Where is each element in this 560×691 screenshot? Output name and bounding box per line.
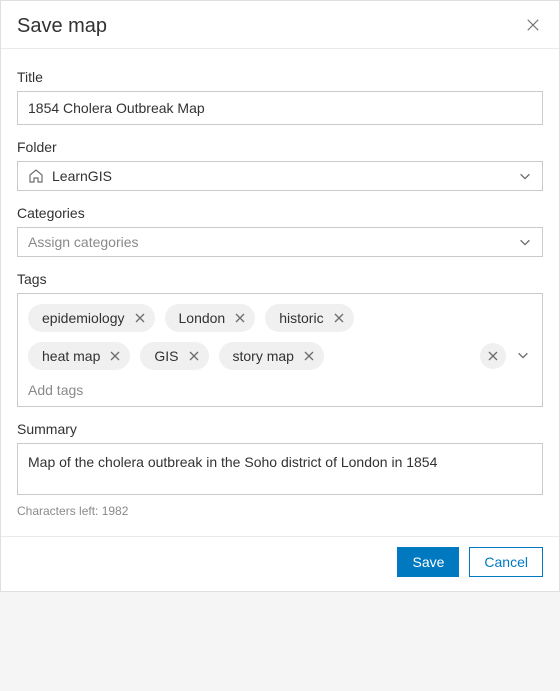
tag-label: London <box>179 310 226 326</box>
characters-left: Characters left: 1982 <box>17 504 543 518</box>
tag-label: epidemiology <box>42 310 125 326</box>
folder-label: Folder <box>17 139 543 155</box>
tag-chip[interactable]: heat map <box>28 342 130 370</box>
folder-select[interactable]: LearnGIS <box>17 161 543 191</box>
tag-remove-icon[interactable] <box>110 351 120 361</box>
folder-selected-text: LearnGIS <box>52 168 518 184</box>
dialog-title: Save map <box>17 15 107 38</box>
tag-label: historic <box>279 310 323 326</box>
home-folder-icon <box>28 168 44 184</box>
tags-row-1: epidemiology London historic <box>28 304 532 332</box>
tag-chip[interactable]: GIS <box>140 342 208 370</box>
tag-remove-icon[interactable] <box>235 313 245 323</box>
folder-field: Folder LearnGIS <box>17 139 543 191</box>
title-field: Title <box>17 69 543 125</box>
dialog-body: Title Folder LearnGIS Categories <box>1 48 559 536</box>
tag-label: heat map <box>42 348 100 364</box>
summary-label: Summary <box>17 421 543 437</box>
tag-remove-icon[interactable] <box>189 351 199 361</box>
tags-field: Tags epidemiology London historic <box>17 271 543 407</box>
tag-label: GIS <box>154 348 178 364</box>
tag-chip[interactable]: epidemiology <box>28 304 155 332</box>
chevron-down-icon <box>516 348 530 365</box>
tags-expand-button[interactable] <box>516 348 530 365</box>
tags-box[interactable]: epidemiology London historic <box>17 293 543 407</box>
close-icon <box>526 18 540 35</box>
tag-chip[interactable]: London <box>165 304 256 332</box>
tag-label: story map <box>233 348 294 364</box>
title-input[interactable] <box>17 91 543 125</box>
save-button[interactable]: Save <box>397 547 459 577</box>
tags-label: Tags <box>17 271 543 287</box>
cancel-button[interactable]: Cancel <box>469 547 543 577</box>
tag-chip[interactable]: historic <box>265 304 353 332</box>
dialog-footer: Save Cancel <box>1 536 559 591</box>
categories-field: Categories Assign categories <box>17 205 543 257</box>
dialog-header: Save map <box>1 1 559 48</box>
summary-field: Summary Characters left: 1982 <box>17 421 543 518</box>
tag-remove-icon[interactable] <box>304 351 314 361</box>
close-button[interactable] <box>523 17 543 37</box>
tags-controls <box>480 343 532 369</box>
categories-placeholder-text: Assign categories <box>28 234 518 250</box>
title-label: Title <box>17 69 543 85</box>
tags-row-2: heat map GIS story map <box>28 342 532 370</box>
save-map-dialog: Save map Title Folder LearnGIS <box>0 0 560 592</box>
chevron-down-icon <box>518 169 532 183</box>
summary-textarea[interactable] <box>17 443 543 495</box>
categories-select[interactable]: Assign categories <box>17 227 543 257</box>
chevron-down-icon <box>518 235 532 249</box>
tag-remove-icon[interactable] <box>135 313 145 323</box>
tags-clear-button[interactable] <box>480 343 506 369</box>
categories-label: Categories <box>17 205 543 221</box>
tag-remove-icon[interactable] <box>334 313 344 323</box>
tag-chip[interactable]: story map <box>219 342 324 370</box>
close-icon <box>488 348 498 364</box>
tags-add-placeholder[interactable]: Add tags <box>28 382 532 398</box>
